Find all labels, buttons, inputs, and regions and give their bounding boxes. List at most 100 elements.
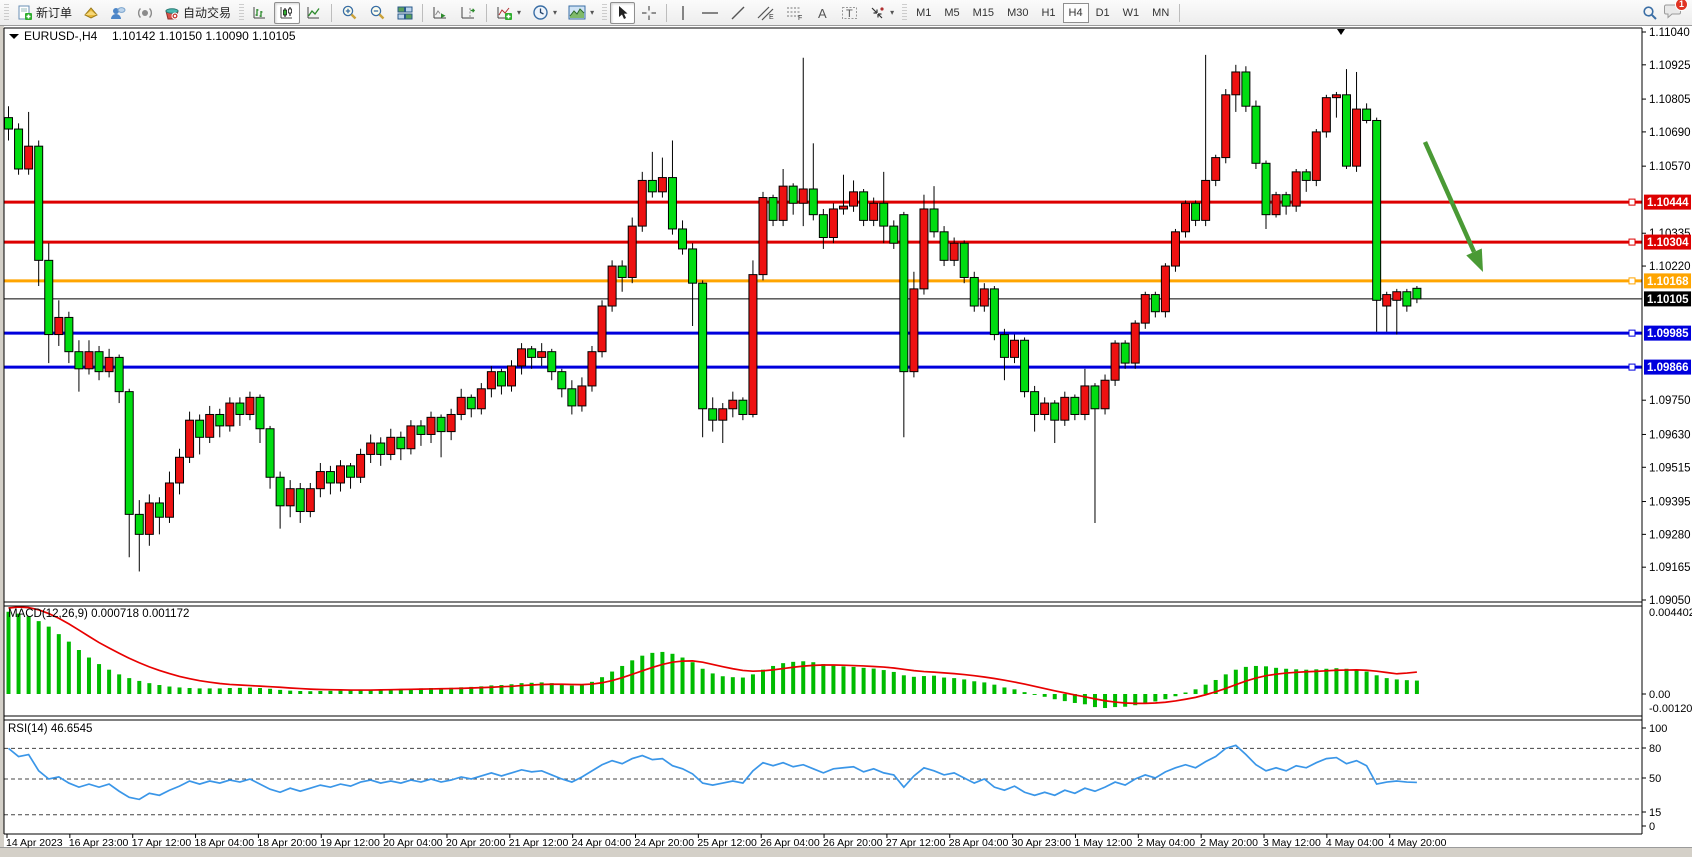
candlestick-chart-button[interactable] — [274, 2, 300, 24]
candle-body — [226, 403, 234, 426]
candle-body — [1000, 335, 1008, 358]
candle-body — [145, 503, 153, 534]
autotrading-button[interactable]: 自动交易 — [159, 2, 236, 24]
candle-body — [176, 457, 184, 483]
periods-caret: ▾ — [553, 8, 557, 17]
arrange-windows-icon — [397, 5, 413, 21]
toolbar-grip[interactable] — [902, 4, 907, 22]
candle-body — [347, 466, 355, 477]
new-order-button[interactable]: 新订单 — [12, 2, 77, 24]
fibonacci-button[interactable]: F — [781, 2, 809, 24]
candle-body — [206, 414, 214, 437]
timeframe-label: MN — [1152, 7, 1169, 19]
candle-body — [45, 260, 53, 334]
candle-body — [518, 349, 526, 366]
timeframe-label: M15 — [973, 7, 994, 19]
toolbar-grip[interactable] — [4, 4, 9, 22]
timeframe-h1[interactable]: H1 — [1035, 3, 1061, 23]
chart-shift-icon — [460, 5, 477, 21]
crosshair-button[interactable] — [636, 2, 662, 24]
market-button[interactable] — [78, 2, 104, 24]
timeframe-h4[interactable]: H4 — [1063, 3, 1089, 23]
time-axis-label: 24 Apr 04:00 — [572, 837, 632, 849]
hline-handle[interactable] — [1629, 278, 1635, 284]
hline-handle[interactable] — [1629, 330, 1635, 336]
arrows-tool-button[interactable]: ▾ — [864, 2, 899, 24]
candle-body — [1101, 380, 1109, 409]
auto-scroll-button[interactable] — [427, 2, 454, 24]
text-button[interactable]: A — [810, 2, 835, 24]
timeframe-d1[interactable]: D1 — [1090, 3, 1116, 23]
timeframe-w1[interactable]: W1 — [1117, 3, 1146, 23]
timeframe-label: M1 — [916, 7, 931, 19]
signals-button[interactable] — [105, 2, 131, 24]
candle-body — [1031, 392, 1039, 415]
candle-body — [628, 226, 636, 277]
time-axis-label: 16 Apr 23:00 — [69, 837, 129, 849]
candle-body — [749, 275, 757, 415]
chart-shift-button[interactable] — [455, 2, 482, 24]
candle-body — [1021, 340, 1029, 391]
time-axis-label: 26 Apr 04:00 — [760, 837, 820, 849]
timeframe-m15[interactable]: M15 — [967, 3, 1000, 23]
candle-body — [1363, 109, 1371, 120]
indicators-button[interactable]: ▾ — [491, 2, 526, 24]
time-axis-label: 30 Apr 23:00 — [1012, 837, 1072, 849]
candle-body — [397, 437, 405, 448]
time-axis-label: 18 Apr 20:00 — [257, 837, 317, 849]
timeframe-m30[interactable]: M30 — [1001, 3, 1034, 23]
candle-body — [1282, 195, 1290, 206]
arrange-windows-button[interactable] — [392, 2, 418, 24]
price-tick-label: 1.10805 — [1649, 94, 1691, 106]
line-chart-button[interactable] — [301, 2, 327, 24]
timeframe-m1[interactable]: M1 — [910, 3, 937, 23]
timeframe-m5[interactable]: M5 — [938, 3, 965, 23]
zoom-out-button[interactable] — [364, 2, 391, 24]
toolbar-grip[interactable] — [239, 4, 244, 22]
candle-body — [296, 489, 304, 512]
hline-handle[interactable] — [1629, 364, 1635, 370]
candle-body — [35, 146, 43, 260]
vertical-line-button[interactable] — [671, 2, 695, 24]
macd-indicator-label: MACD(12,26,9) 0.000718 0.001172 — [8, 608, 189, 620]
candle-body — [286, 489, 294, 506]
trendline-button[interactable] — [725, 2, 751, 24]
notifications-button[interactable]: 1 — [1664, 2, 1682, 24]
signals-icon — [110, 5, 126, 21]
bars-chart-button[interactable] — [247, 2, 273, 24]
hline-handle[interactable] — [1629, 239, 1635, 245]
candle-body — [1171, 232, 1179, 266]
candle-body — [819, 215, 827, 238]
candle-body — [65, 317, 73, 351]
autotrading-label: 自动交易 — [183, 4, 231, 21]
template-button[interactable]: ▾ — [563, 2, 599, 24]
candle-body — [417, 426, 425, 435]
toolbar-grip[interactable] — [602, 4, 607, 22]
zoom-in-button[interactable] — [336, 2, 363, 24]
time-axis-label: 14 Apr 2023 — [6, 837, 63, 849]
candle-body — [598, 306, 606, 352]
candle-body — [980, 289, 988, 306]
search-button[interactable] — [1637, 2, 1663, 24]
periods-button[interactable]: ▾ — [527, 2, 562, 24]
candle-body — [1322, 98, 1330, 132]
text-label-button[interactable]: T — [836, 2, 863, 24]
broadcast-button[interactable] — [132, 2, 158, 24]
candle-body — [25, 146, 33, 169]
cursor-button[interactable] — [610, 2, 635, 24]
candle-body — [105, 357, 113, 371]
candle-body — [1292, 172, 1300, 206]
chart-canvas[interactable]: 1.110401.109251.108051.106901.105701.103… — [0, 26, 1692, 857]
price-tick-label: 1.10570 — [1649, 161, 1691, 173]
time-axis-label: 4 May 04:00 — [1326, 837, 1384, 849]
time-axis-label: 20 Apr 20:00 — [446, 837, 506, 849]
candle-body — [890, 226, 898, 243]
hline-handle[interactable] — [1629, 199, 1635, 205]
channel-button[interactable]: E — [752, 2, 780, 24]
candle-body — [1383, 295, 1391, 306]
candle-body — [186, 420, 194, 457]
candle-body — [236, 403, 244, 414]
timeframe-mn[interactable]: MN — [1146, 3, 1175, 23]
timeframe-label: M30 — [1007, 7, 1028, 19]
horizontal-line-button[interactable] — [696, 2, 724, 24]
